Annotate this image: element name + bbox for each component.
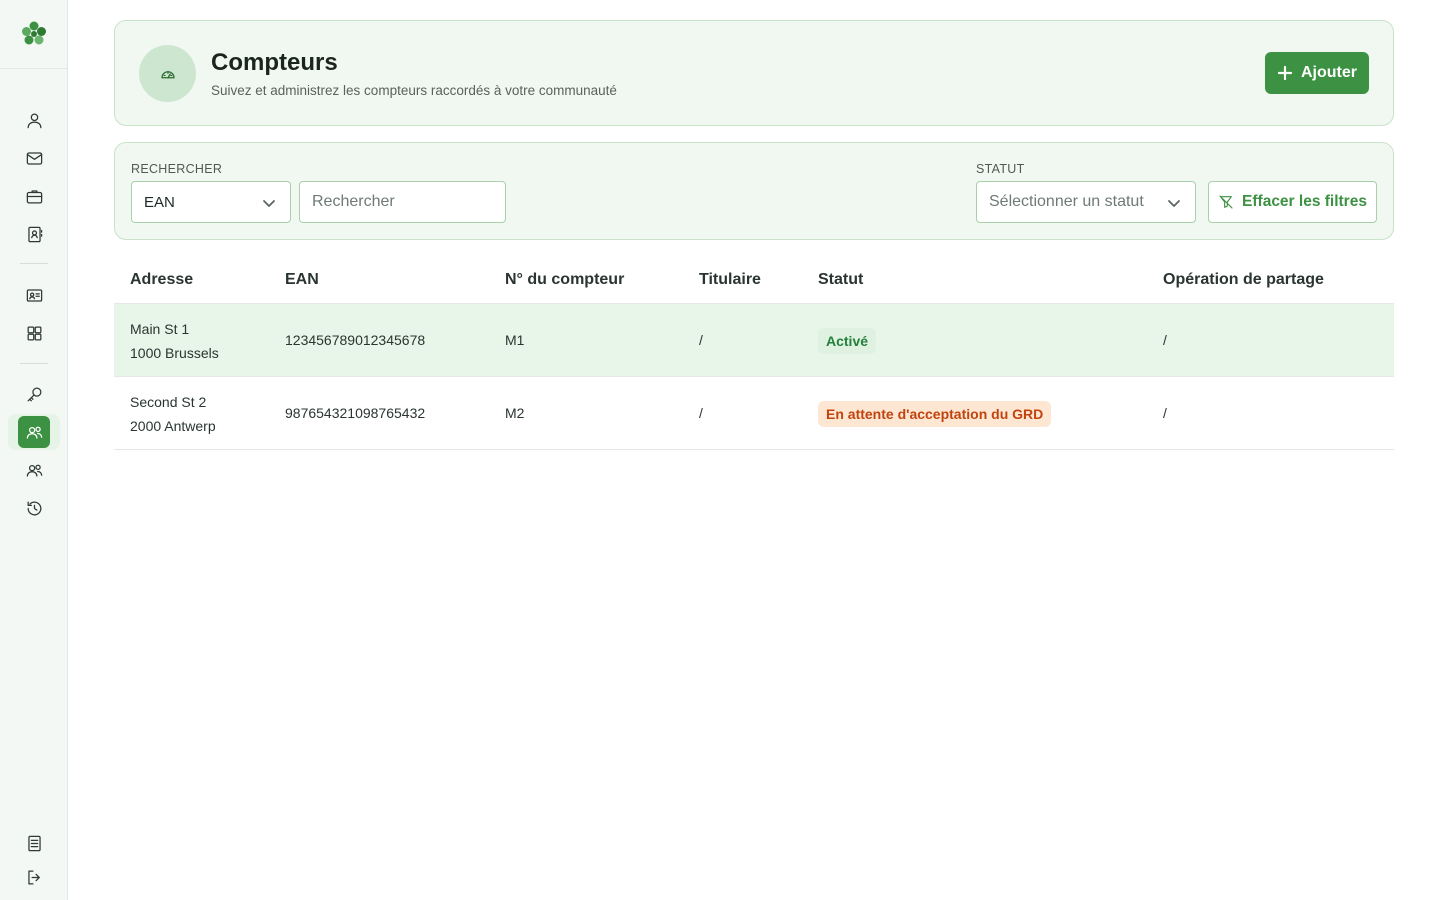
search-input[interactable] bbox=[299, 181, 506, 223]
sidebar-separator bbox=[20, 363, 48, 364]
meter-number-cell: M2 bbox=[505, 405, 525, 421]
sharing-operation-cell: / bbox=[1163, 332, 1167, 348]
group-icon[interactable] bbox=[18, 454, 50, 486]
ean-cell: 987654321098765432 bbox=[285, 405, 426, 421]
clear-filters-label: Effacer les filtres bbox=[1242, 193, 1367, 210]
sidebar bbox=[0, 0, 68, 900]
table-row[interactable]: Main St 1 1000 Brussels 1234567890123456… bbox=[114, 304, 1394, 377]
column-header-ean[interactable]: EAN bbox=[285, 271, 319, 289]
status-select-placeholder: Sélectionner un statut bbox=[989, 193, 1144, 210]
column-header-holder[interactable]: Titulaire bbox=[699, 271, 761, 289]
status-select[interactable]: Sélectionner un statut bbox=[976, 181, 1196, 223]
status-badge: En attente d'acceptation du GRD bbox=[818, 401, 1052, 427]
status-badge: Activé bbox=[818, 328, 877, 354]
add-button-label: Ajouter bbox=[1301, 64, 1357, 81]
address-line-1: Main St 1 bbox=[130, 321, 190, 337]
filters-panel: RECHERCHER EAN STATUT Sélectionner un st… bbox=[114, 142, 1394, 240]
page-subtitle: Suivez et administrez les compteurs racc… bbox=[211, 83, 617, 98]
chevron-down-icon bbox=[262, 196, 276, 210]
contact-book-icon[interactable] bbox=[18, 218, 50, 250]
holder-cell: / bbox=[699, 405, 703, 421]
status-label: STATUT bbox=[976, 162, 1025, 176]
search-label: RECHERCHER bbox=[131, 162, 223, 176]
plus-icon bbox=[1277, 65, 1293, 81]
mail-icon[interactable] bbox=[18, 142, 50, 174]
meters-table: Adresse EAN N° du compteur Titulaire Sta… bbox=[114, 256, 1394, 450]
ean-cell: 123456789012345678 bbox=[285, 332, 426, 348]
clear-filters-button[interactable]: Effacer les filtres bbox=[1208, 181, 1377, 223]
meter-number-cell: M1 bbox=[505, 332, 525, 348]
document-icon[interactable] bbox=[18, 827, 50, 859]
column-header-sharing-operation[interactable]: Opération de partage bbox=[1163, 271, 1324, 289]
address-line-2: 1000 Brussels bbox=[130, 345, 219, 361]
page-header: Compteurs Suivez et administrez les comp… bbox=[114, 20, 1394, 126]
briefcase-icon[interactable] bbox=[18, 180, 50, 212]
app-logo[interactable] bbox=[19, 19, 49, 49]
history-icon[interactable] bbox=[18, 492, 50, 524]
column-header-address[interactable]: Adresse bbox=[130, 271, 193, 289]
search-field-value: EAN bbox=[144, 193, 175, 211]
address-line-1: Second St 2 bbox=[130, 394, 207, 410]
logout-icon[interactable] bbox=[18, 861, 50, 893]
key-icon[interactable] bbox=[18, 378, 50, 410]
table-header: Adresse EAN N° du compteur Titulaire Sta… bbox=[114, 256, 1394, 304]
holder-cell: / bbox=[699, 332, 703, 348]
sidebar-separator bbox=[20, 263, 48, 264]
address-line-2: 2000 Antwerp bbox=[130, 418, 216, 434]
column-header-meter-number[interactable]: N° du compteur bbox=[505, 271, 624, 289]
column-header-status[interactable]: Statut bbox=[818, 271, 863, 289]
add-button[interactable]: Ajouter bbox=[1265, 52, 1369, 94]
sidebar-divider bbox=[0, 68, 68, 69]
table-row[interactable]: Second St 2 2000 Antwerp 987654321098765… bbox=[114, 377, 1394, 450]
grid-icon[interactable] bbox=[18, 317, 50, 349]
page-title: Compteurs bbox=[211, 49, 338, 76]
filter-clear-icon bbox=[1219, 195, 1233, 209]
chevron-down-icon bbox=[1167, 196, 1181, 210]
search-field-select[interactable]: EAN bbox=[131, 181, 291, 223]
community-icon[interactable] bbox=[18, 416, 50, 448]
sharing-operation-cell: / bbox=[1163, 405, 1167, 421]
id-card-icon[interactable] bbox=[18, 279, 50, 311]
gauge-icon bbox=[139, 45, 196, 102]
user-icon[interactable] bbox=[18, 104, 50, 136]
